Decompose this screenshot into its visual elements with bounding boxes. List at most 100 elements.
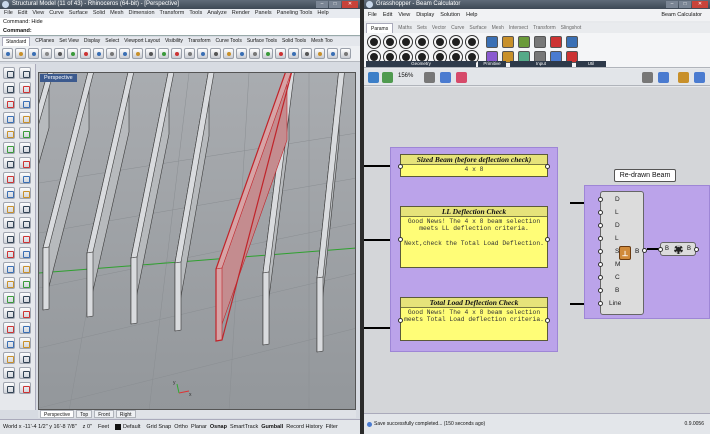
toolbar-button-icon[interactable] — [41, 48, 52, 59]
toolbar-button-icon[interactable] — [275, 48, 286, 59]
gh-maximize-button[interactable]: □ — [679, 1, 691, 8]
tool-icon[interactable] — [3, 262, 15, 274]
wire-display-icon[interactable] — [678, 72, 689, 83]
menu-item[interactable]: Curve — [49, 9, 64, 18]
panel-input-port[interactable] — [398, 318, 403, 323]
gh-tab[interactable]: Mesh — [492, 23, 504, 33]
toolbar-tab[interactable]: Curve Tools — [216, 37, 242, 46]
tool-icon[interactable] — [19, 82, 31, 94]
re-drawn-beam-component[interactable]: ⟂ B D L D L S M C B Line — [598, 191, 647, 315]
tool-icon[interactable] — [3, 217, 15, 229]
gh-tab[interactable]: Params — [366, 23, 394, 33]
tool-icon[interactable] — [19, 382, 31, 394]
maximize-button[interactable]: □ — [329, 1, 341, 8]
gh-tab[interactable]: Slingshot — [561, 23, 582, 33]
toolbar-button-icon[interactable] — [236, 48, 247, 59]
param-component-icon[interactable] — [450, 36, 462, 48]
tool-icon[interactable] — [3, 112, 15, 124]
tool-icon[interactable] — [3, 97, 15, 109]
toolbar-button-icon[interactable] — [171, 48, 182, 59]
toolbar-button-icon[interactable] — [288, 48, 299, 59]
display-mode-icon[interactable] — [642, 72, 653, 83]
toolbar-tab[interactable]: CPlanes — [35, 37, 54, 46]
tool-icon[interactable] — [19, 247, 31, 259]
open-icon[interactable] — [382, 72, 393, 83]
menu-item[interactable]: Paneling Tools — [277, 9, 313, 18]
bake-input-port[interactable] — [658, 247, 663, 252]
close-button[interactable]: ✕ — [342, 1, 358, 8]
panel-input-port[interactable] — [398, 164, 403, 169]
component-input-port[interactable] — [598, 262, 603, 267]
perspective-viewport[interactable]: Perspective x y — [38, 72, 356, 410]
component-input-port[interactable] — [598, 197, 603, 202]
gh-close-button[interactable]: ✕ — [692, 1, 708, 8]
gh-tab[interactable]: Vector — [432, 23, 446, 33]
toolbar-tab[interactable]: Select — [105, 37, 119, 46]
toolbar-button-icon[interactable] — [262, 48, 273, 59]
toolbar-button-icon[interactable] — [327, 48, 338, 59]
tool-icon[interactable] — [3, 82, 15, 94]
toolbar-tab[interactable]: Surface Tools — [247, 37, 277, 46]
toolbar-button-icon[interactable] — [249, 48, 260, 59]
toolbar-tab[interactable]: Display — [84, 37, 100, 46]
tool-icon[interactable] — [19, 202, 31, 214]
input-component-icon[interactable] — [518, 36, 530, 48]
tool-icon[interactable] — [19, 187, 31, 199]
input-component-icon[interactable] — [550, 36, 562, 48]
tool-icon[interactable] — [3, 337, 15, 349]
toolbar-button-icon[interactable] — [106, 48, 117, 59]
tool-icon[interactable] — [3, 172, 15, 184]
gh-tab[interactable]: Transform — [533, 23, 556, 33]
tool-icon[interactable] — [19, 97, 31, 109]
gh-menu-item[interactable]: Solution — [440, 9, 460, 21]
tool-icon[interactable] — [3, 352, 15, 364]
tool-icon[interactable] — [3, 127, 15, 139]
toolbar-tab[interactable]: Transform — [188, 37, 211, 46]
toolbar-button-icon[interactable] — [28, 48, 39, 59]
tool-icon[interactable] — [3, 247, 15, 259]
component-input-port[interactable] — [598, 249, 603, 254]
toolbar-button-icon[interactable] — [223, 48, 234, 59]
tool-icon[interactable] — [19, 232, 31, 244]
total-load-deflection-panel[interactable]: Total Load Deflection Check Good News! T… — [398, 297, 550, 341]
tool-icon[interactable] — [19, 352, 31, 364]
gh-file-name[interactable]: Beam Calculator — [661, 9, 702, 21]
tool-icon[interactable] — [3, 382, 15, 394]
tool-icon[interactable] — [19, 112, 31, 124]
minimize-button[interactable]: – — [316, 1, 328, 8]
tool-icon[interactable] — [3, 307, 15, 319]
ribbon-group-label[interactable]: Util — [576, 61, 606, 67]
tool-icon[interactable] — [19, 157, 31, 169]
toolbar-button-icon[interactable] — [145, 48, 156, 59]
param-component-icon[interactable] — [384, 36, 396, 48]
gh-minimize-button[interactable]: – — [666, 1, 678, 8]
param-component-icon[interactable] — [400, 36, 412, 48]
tool-icon[interactable] — [19, 217, 31, 229]
ll-deflection-panel[interactable]: LL Deflection Check Good News! The 4 x 8… — [398, 206, 550, 268]
tool-icon[interactable] — [19, 307, 31, 319]
menu-item[interactable]: Surface — [69, 9, 88, 18]
menu-item[interactable]: Dimension — [129, 9, 155, 18]
ribbon-group-label[interactable]: Input — [510, 61, 572, 67]
gh-tab[interactable]: Curve — [451, 23, 464, 33]
tool-icon[interactable] — [3, 367, 15, 379]
status-toggle[interactable]: SmartTrack — [230, 424, 258, 430]
sized-beam-panel[interactable]: Sized Beam (before deflection check) 4 x… — [398, 154, 550, 177]
viewport-tab[interactable]: Front — [94, 410, 114, 418]
ribbon-group-label[interactable]: Geometry — [366, 61, 476, 67]
gh-menu-item[interactable]: File — [368, 9, 377, 21]
viewport-title[interactable]: Perspective — [40, 74, 77, 82]
tool-icon[interactable] — [19, 127, 31, 139]
toolbar-button-icon[interactable] — [2, 48, 13, 59]
param-component-icon[interactable] — [466, 36, 478, 48]
menu-item[interactable]: Analyze — [207, 9, 227, 18]
tool-icon[interactable] — [3, 67, 15, 79]
viewport-tab[interactable]: Right — [115, 410, 136, 418]
bake-component[interactable]: B B — [658, 242, 699, 256]
tool-icon[interactable] — [3, 157, 15, 169]
component-input-port[interactable] — [598, 301, 603, 306]
tool-icon[interactable] — [19, 277, 31, 289]
zoom-extents-icon[interactable] — [424, 72, 435, 83]
menu-item[interactable]: Solid — [93, 9, 105, 18]
toolbar-button-icon[interactable] — [132, 48, 143, 59]
